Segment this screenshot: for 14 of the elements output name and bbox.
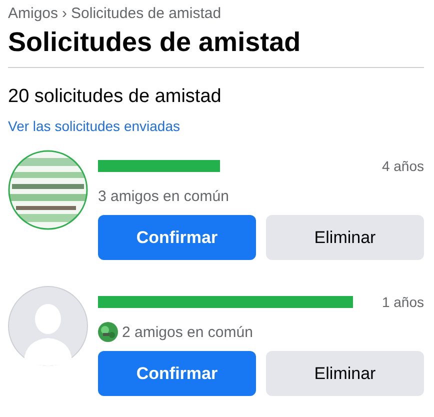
breadcrumb-current: Solicitudes de amistad: [71, 4, 222, 24]
page-title: Solicitudes de amistad: [8, 26, 302, 59]
breadcrumb-link[interactable]: Amigos: [8, 4, 58, 24]
mutual-friends-text: 2 amigos en común: [122, 324, 253, 340]
confirm-button[interactable]: Confirmar: [98, 351, 256, 396]
sent-requests-link[interactable]: Ver las solicitudes enviadas: [8, 117, 424, 135]
request-time: 1 años: [382, 294, 424, 310]
request-time: 4 años: [382, 158, 424, 174]
delete-button[interactable]: Eliminar: [266, 215, 424, 260]
breadcrumb-separator: ›: [62, 4, 68, 24]
delete-button[interactable]: Eliminar: [266, 351, 424, 396]
requests-count-heading: 20 solicitudes de amistad: [8, 85, 222, 109]
mutual-friends-text: 3 amigos en común: [98, 188, 229, 204]
confirm-button[interactable]: Confirmar: [98, 215, 256, 260]
